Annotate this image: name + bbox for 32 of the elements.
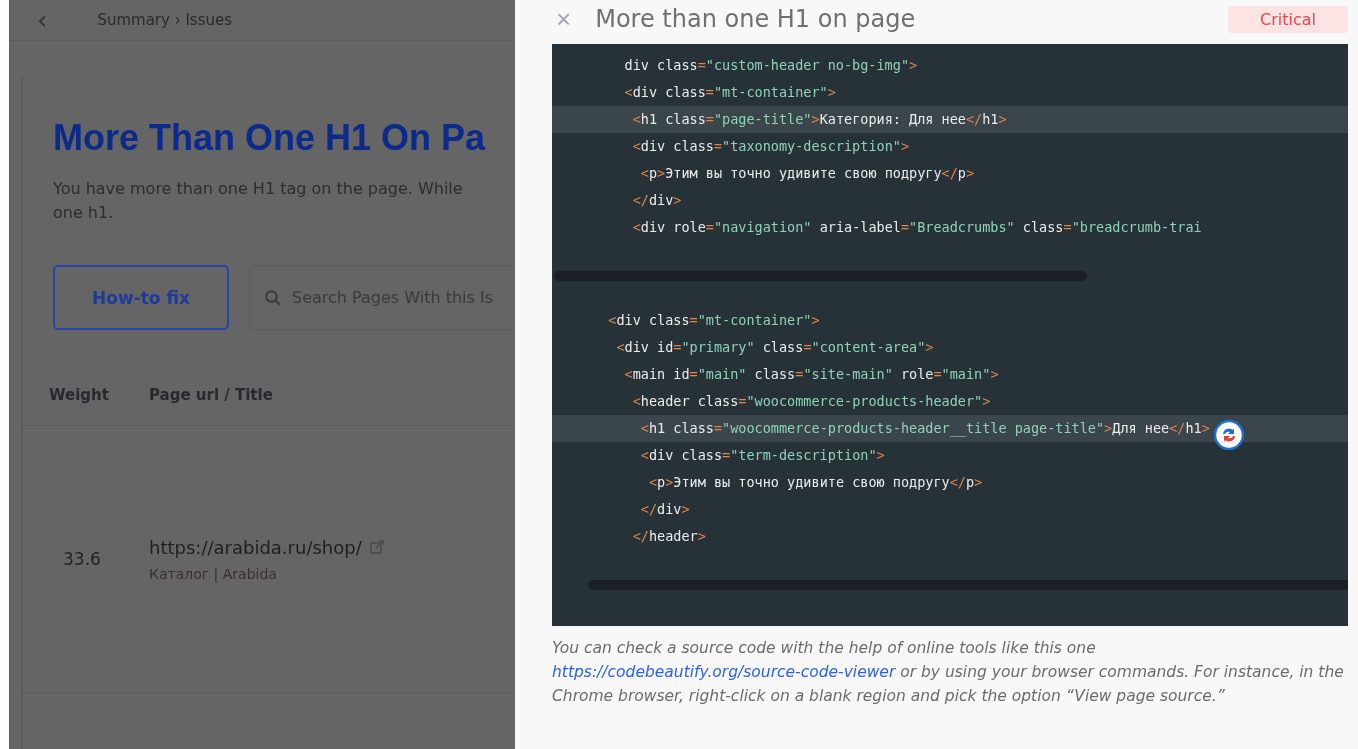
code-line: <div role="navigation" aria-label="Breadcrumbs" class="breadcrumb-trai — [631, 218, 1203, 237]
weight-cell-text: 33.6 — [63, 549, 102, 569]
sync-icon[interactable] — [1214, 420, 1244, 450]
code-line: <p>Этим вы точно удивите свою подругу</p> — [639, 164, 976, 183]
code-line: <p>Этим вы точно удивите свою подругу</p> — [647, 473, 984, 492]
search-icon — [264, 289, 282, 307]
code-line: <div class="mt-container"> — [623, 83, 837, 102]
code-line: <div class="mt-container"> — [607, 311, 821, 330]
column-header: Page url / Title — [149, 386, 274, 404]
close-button[interactable]: × — [552, 3, 572, 35]
back-icon[interactable]: ‹ — [37, 5, 48, 35]
code-line: </header> — [631, 527, 707, 546]
page-url[interactable]: https://arabida.ru/shop/ — [149, 536, 362, 558]
code-line: </div> — [631, 191, 683, 210]
code-line: <div id="primary" class="content-area"> — [615, 338, 935, 357]
scrollbar[interactable] — [588, 580, 1348, 590]
issue-description: You have more than one H1 tag on the page. While one h1. — [53, 178, 464, 224]
external-link-icon[interactable] — [369, 540, 384, 554]
code-line: <main id="main" class="site-main" role="main"> — [623, 365, 1000, 384]
source-viewer-link[interactable]: https://codebeautify.org/source-code-viewer — [552, 663, 896, 681]
column-header: Weight — [49, 386, 110, 404]
code-line: div class="custom-header no-bg-img"> — [623, 56, 919, 75]
code-line: </div> — [639, 500, 691, 519]
code-line: <div class="taxonomy-description"> — [631, 137, 911, 156]
breadcrumb: Summary › Issues — [97, 11, 233, 29]
code-line: <header class="woocommerce-products-header"> — [631, 392, 992, 411]
drawer-title: More than one H1 on page — [595, 5, 917, 33]
severity-badge: Critical — [1228, 5, 1348, 33]
how-to-fix-button[interactable]: How-to fix — [53, 265, 229, 330]
code-line: <div class="term-description"> — [639, 446, 886, 465]
help-text: You can check a source code with the help of online tools like this one https://codebeautify.org/source-code-viewer or by using your browser commands. For instance, in the Chrome browser, right-click on a blank region and pick the option “View page source.” — [552, 638, 1345, 707]
issue-title: More Than One H1 On Pa — [53, 117, 487, 159]
